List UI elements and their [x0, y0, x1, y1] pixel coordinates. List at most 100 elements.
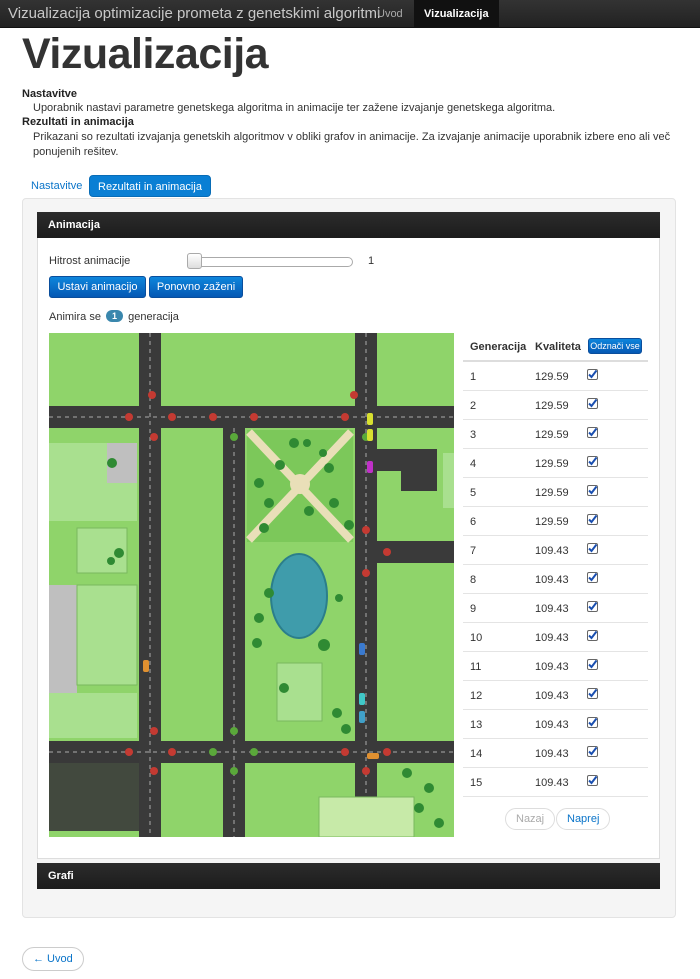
car: [359, 693, 365, 705]
results-text: Prikazani so rezultati izvajanja genetsk…: [33, 131, 671, 158]
tab-nastavitve[interactable]: Nastavitve: [23, 175, 90, 197]
results-heading: Rezultati in animacija: [22, 116, 134, 128]
row-checkbox[interactable]: [587, 717, 598, 728]
row-checkbox[interactable]: [587, 746, 598, 757]
table-row[interactable]: 7 109.43: [463, 536, 648, 565]
generation-cell: 5: [470, 487, 477, 499]
row-checkbox[interactable]: [587, 514, 598, 525]
quality-cell: 109.43: [535, 777, 569, 789]
quality-cell: 109.43: [535, 603, 569, 615]
generation-cell: 8: [470, 574, 477, 586]
row-checkbox[interactable]: [587, 456, 598, 467]
brand[interactable]: Vizualizacija optimizacije prometa z gen…: [8, 5, 380, 22]
deselect-all-button[interactable]: Odznači vse: [588, 338, 642, 354]
quality-cell: 109.43: [535, 632, 569, 644]
pond: [270, 553, 328, 639]
col-header-quality: Kvaliteta: [535, 341, 581, 353]
table-row[interactable]: 14 109.43: [463, 739, 648, 768]
row-checkbox[interactable]: [587, 427, 598, 438]
generation-cell: 2: [470, 400, 477, 412]
quality-cell: 109.43: [535, 661, 569, 673]
table-row[interactable]: 8 109.43: [463, 565, 648, 594]
row-checkbox[interactable]: [587, 369, 598, 380]
car: [143, 660, 149, 672]
quality-cell: 129.59: [535, 429, 569, 441]
generation-cell: 11: [470, 661, 482, 673]
table-row[interactable]: 3 129.59: [463, 420, 648, 449]
settings-heading: Nastavitve: [22, 88, 78, 100]
settings-text: Uporabnik nastavi parametre genetskega a…: [33, 102, 556, 114]
generation-cell: 9: [470, 603, 477, 615]
stop-animation-button[interactable]: Ustavi animacijo: [49, 276, 146, 298]
table-row[interactable]: 13 109.43: [463, 710, 648, 739]
traffic-map-svg: [49, 333, 454, 837]
table-row[interactable]: 15 109.43: [463, 768, 648, 797]
animating-prefix: Animira se: [49, 311, 101, 323]
traffic-map: [49, 333, 454, 837]
generation-cell: 1: [470, 371, 477, 383]
generation-cell: 3: [470, 429, 477, 441]
table-row[interactable]: 6 129.59: [463, 507, 648, 536]
table-row[interactable]: 4 129.59: [463, 449, 648, 478]
row-checkbox[interactable]: [587, 485, 598, 496]
quality-cell: 129.59: [535, 516, 569, 528]
speed-value: 1: [368, 255, 375, 267]
navbar: Vizualizacija optimizacije prometa z gen…: [0, 0, 700, 28]
tab-rezultati[interactable]: Rezultati in animacija: [89, 175, 211, 197]
table-row[interactable]: 12 109.43: [463, 681, 648, 710]
generation-cell: 15: [470, 777, 483, 789]
generation-cell: 10: [470, 632, 483, 644]
prev-page-button[interactable]: Nazaj: [505, 808, 556, 830]
table-row[interactable]: 11 109.43: [463, 652, 648, 681]
quality-cell: 129.59: [535, 458, 569, 470]
row-checkbox[interactable]: [587, 775, 598, 786]
generation-cell: 6: [470, 516, 477, 528]
car: [359, 711, 365, 723]
car: [367, 461, 373, 473]
car: [367, 429, 373, 441]
quality-cell: 129.59: [535, 487, 569, 499]
quality-cell: 129.59: [535, 371, 569, 383]
next-page-button[interactable]: Naprej: [556, 808, 611, 830]
generation-count-badge: 1: [106, 310, 124, 322]
quality-cell: 109.43: [535, 719, 569, 731]
row-checkbox[interactable]: [587, 688, 598, 699]
quality-cell: 109.43: [535, 748, 569, 760]
generation-cell: 4: [470, 458, 477, 470]
back-button[interactable]: ← Uvod: [22, 947, 84, 971]
quality-cell: 109.43: [535, 690, 569, 702]
row-checkbox[interactable]: [587, 601, 598, 612]
row-checkbox[interactable]: [587, 543, 598, 554]
row-checkbox[interactable]: [587, 572, 598, 583]
table-row[interactable]: 2 129.59: [463, 391, 648, 420]
speed-slider[interactable]: [188, 257, 353, 267]
car: [367, 413, 373, 425]
table-row[interactable]: 5 129.59: [463, 478, 648, 507]
nav-item-uvod[interactable]: Uvod: [367, 0, 413, 28]
restart-button[interactable]: Ponovno zaženi: [149, 276, 243, 298]
car: [359, 643, 365, 655]
col-header-generation: Generacija: [470, 341, 527, 353]
row-checkbox[interactable]: [587, 630, 598, 641]
row-checkbox[interactable]: [587, 659, 598, 670]
animation-panel-title: Animacija: [37, 212, 660, 238]
quality-cell: 109.43: [535, 574, 569, 586]
speed-slider-handle[interactable]: [187, 253, 202, 269]
animating-status: Animira se 1 generacija: [49, 310, 179, 323]
quality-cell: 109.43: [535, 545, 569, 557]
row-checkbox[interactable]: [587, 398, 598, 409]
table-row[interactable]: 9 109.43: [463, 594, 648, 623]
quality-cell: 129.59: [535, 400, 569, 412]
nav-item-vizualizacija[interactable]: Vizualizacija: [414, 0, 499, 28]
generation-cell: 14: [470, 748, 483, 760]
generation-cell: 12: [470, 690, 483, 702]
graphs-panel-title[interactable]: Grafi: [37, 863, 660, 889]
generation-cell: 13: [470, 719, 483, 731]
animating-suffix: generacija: [128, 311, 179, 323]
table-row[interactable]: 1 129.59: [463, 362, 648, 391]
speed-label: Hitrost animacije: [49, 255, 131, 267]
car: [367, 753, 379, 759]
table-row[interactable]: 10 109.43: [463, 623, 648, 652]
graphs-panel[interactable]: Grafi: [37, 863, 660, 889]
page-title: Vizualizacija: [22, 30, 269, 78]
